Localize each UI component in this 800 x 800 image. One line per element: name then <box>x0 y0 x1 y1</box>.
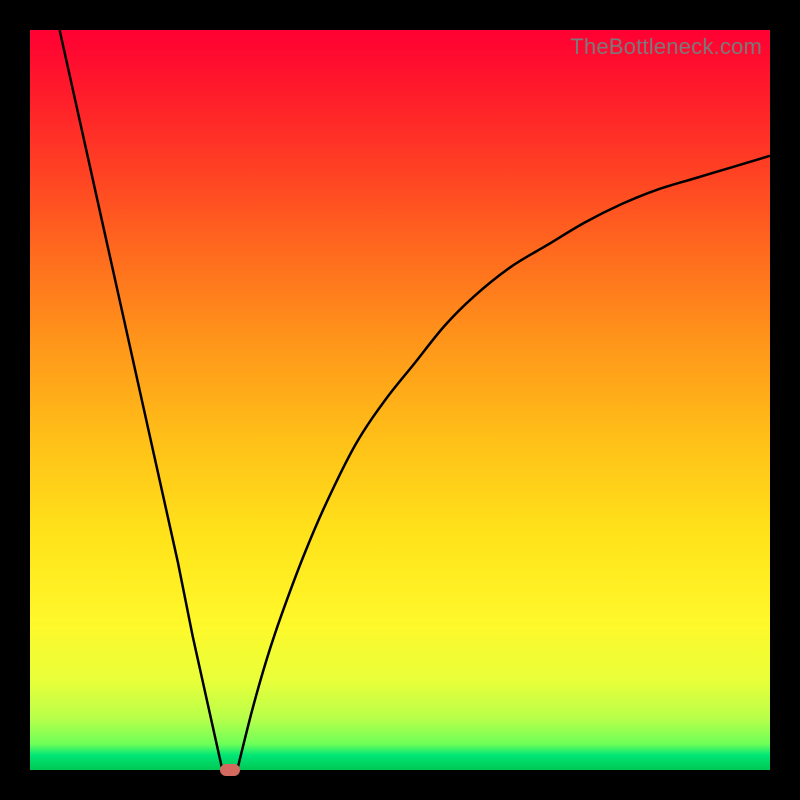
left-arm-path <box>60 30 223 770</box>
right-arm-path <box>237 156 770 770</box>
minimum-marker <box>220 764 240 776</box>
chart-frame: TheBottleneck.com <box>0 0 800 800</box>
curve-svg <box>30 30 770 770</box>
plot-area: TheBottleneck.com <box>30 30 770 770</box>
